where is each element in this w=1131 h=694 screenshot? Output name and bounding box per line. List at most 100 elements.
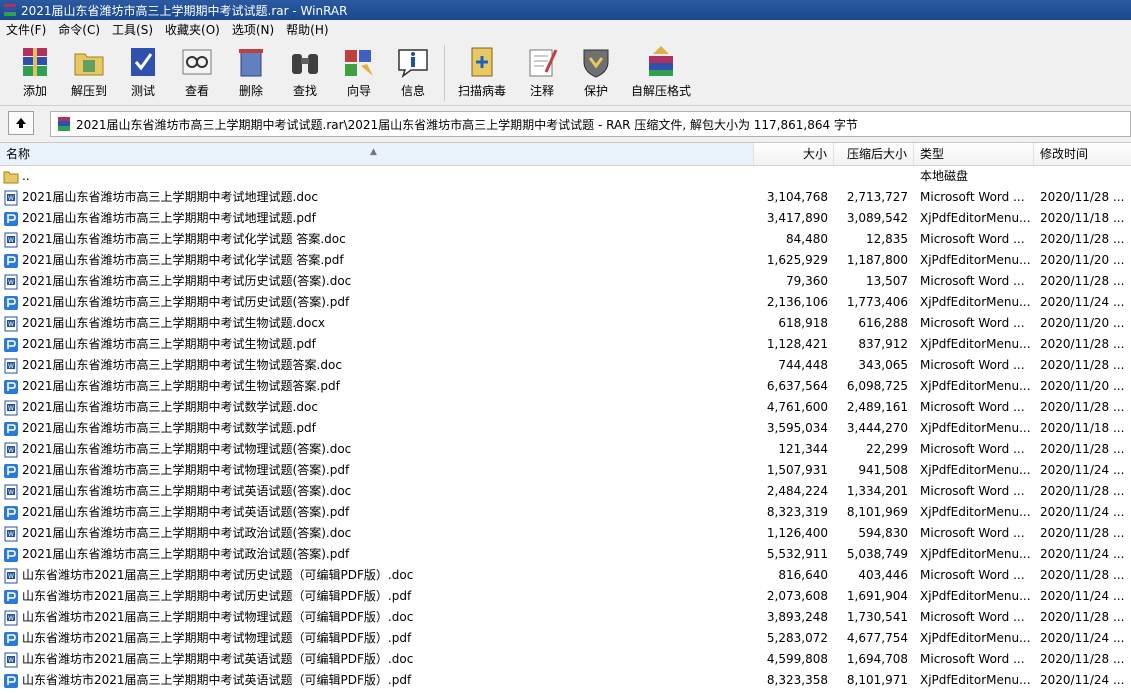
file-size: 1,126,400 — [766, 526, 828, 540]
column-type-header[interactable]: 类型 — [914, 143, 1034, 165]
file-size: 8,323,319 — [766, 505, 828, 519]
extract-folder-icon — [74, 53, 104, 76]
file-row[interactable]: 2021届山东省潍坊市高三上学期期中考试历史试题(答案).pdf 2,136,10… — [0, 292, 1131, 313]
file-type: XjPdfEditorMenu... — [920, 673, 1030, 687]
virus-scan-button[interactable]: 扫描病毒 — [449, 41, 515, 103]
file-row[interactable]: W 2021届山东省潍坊市高三上学期期中考试化学试题 答案.doc 84,480 12… — [0, 229, 1131, 250]
file-row[interactable]: 2021届山东省潍坊市高三上学期期中考试生物试题答案.pdf 6,637,564 6… — [0, 376, 1131, 397]
file-name-cell: W 2021届山东省潍坊市高三上学期期中考试历史试题(答案).doc — [3, 271, 753, 292]
svg-text:W: W — [8, 279, 14, 286]
file-row[interactable]: W 山东省潍坊市2021届高三上学期期中考试物理试题（可编辑PDF版）.doc 3,… — [0, 607, 1131, 628]
wizard-label: 向导 — [346, 84, 371, 98]
file-name-cell: .. — [3, 166, 753, 187]
test-button[interactable]: 测试 — [116, 41, 170, 103]
column-size-header[interactable]: 大小 — [754, 143, 834, 165]
file-row[interactable]: W 2021届山东省潍坊市高三上学期期中考试物理试题(答案).doc 121,344… — [0, 439, 1131, 460]
file-packed-size: 1,773,406 — [846, 295, 908, 309]
file-modified: 2020/11/28 ... — [1040, 400, 1125, 414]
menu-file[interactable]: 文件(F) — [0, 20, 52, 41]
menu-commands[interactable]: 命令(C) — [52, 20, 106, 41]
file-row[interactable]: W 2021届山东省潍坊市高三上学期期中考试历史试题(答案).doc 79,360 1… — [0, 271, 1131, 292]
file-modified: 2020/11/28 ... — [1040, 274, 1125, 288]
file-size: 744,448 — [778, 358, 828, 372]
file-row[interactable]: 2021届山东省潍坊市高三上学期期中考试政治试题(答案).pdf 5,532,91… — [0, 544, 1131, 565]
file-row[interactable]: W 2021届山东省潍坊市高三上学期期中考试英语试题(答案).doc 2,484,2… — [0, 481, 1131, 502]
menu-tools[interactable]: 工具(S) — [106, 20, 159, 41]
file-row[interactable]: W 2021届山东省潍坊市高三上学期期中考试生物试题答案.doc 744,448 34… — [0, 355, 1131, 376]
info-button[interactable]: 信息 — [386, 41, 440, 103]
view-button[interactable]: 查看 — [170, 41, 224, 103]
word-doc-icon: W — [4, 442, 18, 457]
protect-button[interactable]: 保护 — [569, 41, 623, 103]
file-row[interactable]: W 2021届山东省潍坊市高三上学期期中考试政治试题(答案).doc 1,126,4… — [0, 523, 1131, 544]
file-name: 山东省潍坊市2021届高三上学期期中考试英语试题（可编辑PDF版）.doc — [22, 652, 414, 666]
file-name: 2021届山东省潍坊市高三上学期期中考试化学试题 答案.pdf — [22, 253, 344, 267]
file-name-cell: 山东省潍坊市2021届高三上学期期中考试英语试题（可编辑PDF版）.pdf — [3, 670, 753, 691]
word-doc-icon: W — [4, 652, 18, 667]
menu-options[interactable]: 选项(N) — [226, 20, 280, 41]
file-row[interactable]: 山东省潍坊市2021届高三上学期期中考试物理试题（可编辑PDF版）.pdf 5,2… — [0, 628, 1131, 649]
file-row[interactable]: W 山东省潍坊市2021届高三上学期期中考试历史试题（可编辑PDF版）.doc 81… — [0, 565, 1131, 586]
file-packed-size: 1,730,541 — [846, 610, 908, 624]
file-type: Microsoft Word ... — [920, 442, 1025, 456]
file-modified: 2020/11/24 ... — [1040, 631, 1125, 645]
menu-help[interactable]: 帮助(H) — [280, 20, 334, 41]
column-packed-header[interactable]: 压缩后大小 — [834, 143, 914, 165]
file-row[interactable]: 2021届山东省潍坊市高三上学期期中考试英语试题(答案).pdf 8,323,31… — [0, 502, 1131, 523]
file-packed-size: 6,098,725 — [846, 379, 908, 393]
file-row[interactable]: 2021届山东省潍坊市高三上学期期中考试化学试题 答案.pdf 1,625,929… — [0, 250, 1131, 271]
file-row[interactable]: W 2021届山东省潍坊市高三上学期期中考试地理试题.doc 3,104,768 2,… — [0, 187, 1131, 208]
comment-pen-icon — [529, 49, 558, 77]
delete-button[interactable]: 删除 — [224, 41, 278, 103]
file-row[interactable]: 山东省潍坊市2021届高三上学期期中考试历史试题（可编辑PDF版）.pdf 2,0… — [0, 586, 1131, 607]
file-size: 2,073,608 — [766, 589, 828, 603]
extract-button[interactable]: 解压到 — [62, 41, 116, 103]
file-type: Microsoft Word ... — [920, 652, 1025, 666]
pdf-file-icon — [4, 421, 18, 436]
file-packed-size: 941,508 — [858, 463, 908, 477]
list-header: 名称 ▲ 大小 压缩后大小 类型 修改时间 — [0, 143, 1131, 166]
find-button[interactable]: 查找 — [278, 41, 332, 103]
file-name-cell: 2021届山东省潍坊市高三上学期期中考试数学试题.pdf — [3, 418, 753, 439]
file-name: 2021届山东省潍坊市高三上学期期中考试物理试题(答案).pdf — [22, 463, 350, 477]
comment-button[interactable]: 注释 — [515, 41, 569, 103]
word-doc-icon: W — [4, 484, 18, 499]
menu-favorites[interactable]: 收藏夹(O) — [159, 20, 226, 41]
sfx-button[interactable]: 自解压格式 — [623, 41, 699, 103]
file-modified: 2020/11/28 ... — [1040, 232, 1125, 246]
file-row[interactable]: W 2021届山东省潍坊市高三上学期期中考试生物试题.docx 618,918 616… — [0, 313, 1131, 334]
file-row[interactable]: 2021届山东省潍坊市高三上学期期中考试地理试题.pdf 3,417,890 3,0… — [0, 208, 1131, 229]
file-row[interactable]: W 2021届山东省潍坊市高三上学期期中考试数学试题.doc 4,761,600 2,… — [0, 397, 1131, 418]
toolbar: 添加 解压到 测试 查看 删除 查找 向导 信息 扫描病毒 注释 保护 自解压格… — [0, 41, 1131, 106]
file-type: XjPdfEditorMenu... — [920, 463, 1030, 477]
column-modified-header[interactable]: 修改时间 — [1034, 143, 1131, 165]
file-row[interactable]: 2021届山东省潍坊市高三上学期期中考试数学试题.pdf 3,595,034 3,4… — [0, 418, 1131, 439]
file-size: 84,480 — [786, 232, 828, 246]
up-folder-button[interactable] — [8, 111, 34, 135]
path-field[interactable]: 2021届山东省潍坊市高三上学期期中考试试题.rar\2021届山东省潍坊市高三… — [50, 111, 1131, 137]
file-row[interactable]: 2021届山东省潍坊市高三上学期期中考试生物试题.pdf 1,128,421 837… — [0, 334, 1131, 355]
column-name-header[interactable]: 名称 ▲ — [0, 143, 754, 165]
file-packed-size — [834, 166, 908, 187]
file-modified: 2020/11/18 ... — [1040, 421, 1125, 435]
file-row[interactable]: 2021届山东省潍坊市高三上学期期中考试物理试题(答案).pdf 1,507,93… — [0, 460, 1131, 481]
file-row[interactable]: 山东省潍坊市2021届高三上学期期中考试英语试题（可编辑PDF版）.pdf 8,3… — [0, 670, 1131, 691]
file-name-cell: W 2021届山东省潍坊市高三上学期期中考试政治试题(答案).doc — [3, 523, 753, 544]
file-modified: 2020/11/28 ... — [1040, 568, 1125, 582]
file-list: 名称 ▲ 大小 压缩后大小 类型 修改时间 .. 本地磁盘 W 2021届山东省潍坊市… — [0, 142, 1131, 694]
up-arrow-icon — [16, 118, 26, 128]
file-size: 1,625,929 — [766, 253, 828, 267]
sfx-label: 自解压格式 — [630, 84, 691, 98]
wizard-button[interactable]: 向导 — [332, 41, 386, 103]
parent-folder-row[interactable]: .. 本地磁盘 — [0, 166, 1131, 187]
sort-ascending-icon: ▲ — [370, 147, 377, 157]
add-button[interactable]: 添加 — [8, 41, 62, 103]
file-name: 2021届山东省潍坊市高三上学期期中考试英语试题(答案).pdf — [22, 505, 350, 519]
file-size: 618,918 — [778, 316, 828, 330]
file-type: XjPdfEditorMenu... — [920, 337, 1030, 351]
file-packed-size: 343,065 — [858, 358, 908, 372]
file-name: .. — [22, 169, 30, 183]
file-type: XjPdfEditorMenu... — [920, 547, 1030, 561]
file-row[interactable]: W 山东省潍坊市2021届高三上学期期中考试英语试题（可编辑PDF版）.doc 4,… — [0, 649, 1131, 670]
file-type: XjPdfEditorMenu... — [920, 631, 1030, 645]
